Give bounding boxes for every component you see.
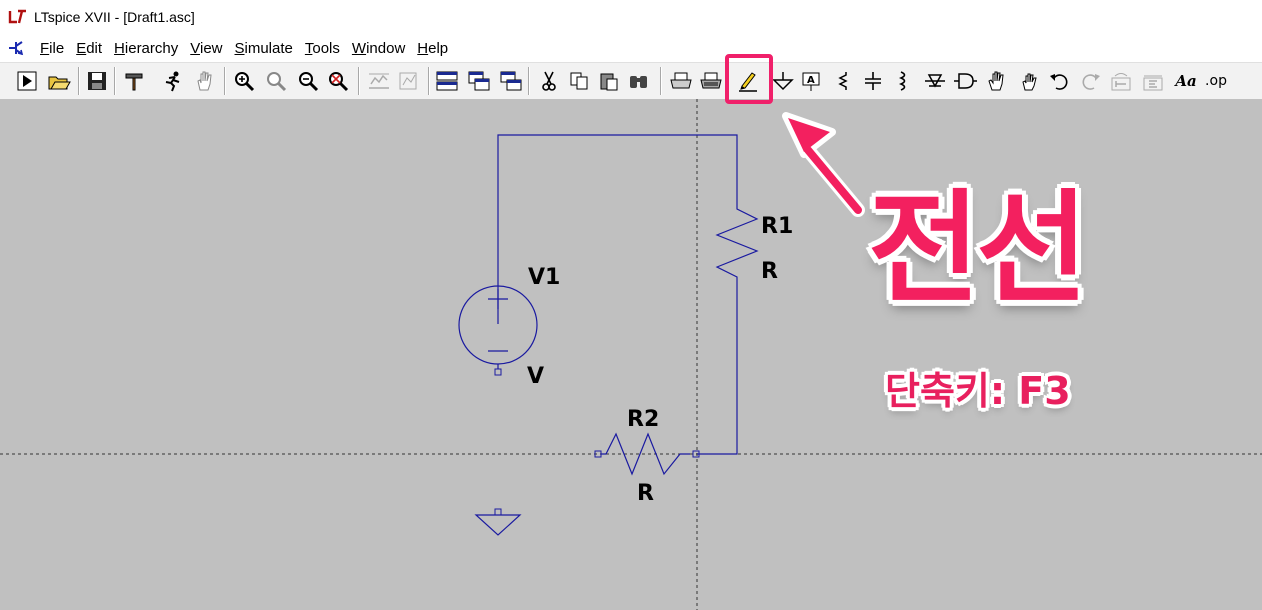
wire-tool-highlight bbox=[725, 54, 773, 104]
menu-help-rest: elp bbox=[428, 39, 449, 57]
menu-simulate-rest: imulate bbox=[244, 39, 293, 57]
cut-scissors-icon[interactable] bbox=[536, 68, 562, 94]
ground-symbol[interactable] bbox=[474, 508, 522, 536]
menu-tools-rest: ools bbox=[312, 39, 340, 57]
cascade-windows-icon[interactable] bbox=[498, 68, 524, 94]
spice-directive-label: .op bbox=[1205, 73, 1227, 89]
resistor-icon[interactable] bbox=[830, 68, 856, 94]
r2-value-label: R bbox=[637, 481, 654, 506]
toolbar-separator bbox=[224, 67, 226, 95]
move-hand-icon[interactable] bbox=[984, 68, 1010, 94]
redo-icon[interactable] bbox=[1078, 68, 1104, 94]
rotate-icon[interactable] bbox=[1108, 68, 1134, 94]
toolbar-separator bbox=[78, 67, 80, 95]
print-preview-icon[interactable] bbox=[698, 68, 724, 94]
autorange-icon[interactable] bbox=[366, 68, 392, 94]
drag-hand-icon[interactable] bbox=[1016, 68, 1042, 94]
capacitor-icon[interactable] bbox=[860, 68, 886, 94]
menu-hierarchy[interactable]: Hierarchy bbox=[114, 40, 178, 57]
schematic-doc-icon[interactable] bbox=[6, 39, 28, 57]
pan-hand-icon[interactable] bbox=[192, 68, 218, 94]
menu-file[interactable]: File bbox=[40, 40, 64, 57]
paste-icon[interactable] bbox=[596, 68, 622, 94]
component-gate-icon[interactable] bbox=[952, 68, 978, 94]
v1-ref-label: V1 bbox=[528, 265, 560, 290]
spice-directive-button[interactable]: .op bbox=[1202, 68, 1230, 94]
toolbar-separator bbox=[660, 67, 662, 95]
menu-tools[interactable]: Tools bbox=[305, 40, 340, 57]
menu-file-rest: ile bbox=[49, 39, 65, 57]
toolbar-separator bbox=[114, 67, 116, 95]
diode-icon[interactable] bbox=[922, 68, 948, 94]
menu-window[interactable]: Window bbox=[352, 40, 405, 57]
toolbar: A Aa .op bbox=[0, 62, 1262, 100]
menu-edit-rest: dit bbox=[86, 39, 103, 57]
voltage-source-v1[interactable]: V1 V bbox=[458, 265, 560, 389]
window-title: LTspice XVII - [Draft1.asc] bbox=[34, 9, 195, 25]
menu-view-rest: iew bbox=[199, 39, 223, 57]
control-panel-hammer-icon[interactable] bbox=[122, 68, 148, 94]
text-font-label: Aa bbox=[1175, 72, 1197, 90]
svg-text:A: A bbox=[807, 75, 815, 86]
zoom-fit-icon[interactable] bbox=[326, 68, 352, 94]
ground-icon[interactable] bbox=[770, 68, 796, 94]
title-bar: LTspice XVII - [Draft1.asc] bbox=[0, 0, 1262, 34]
print-icon[interactable] bbox=[668, 68, 694, 94]
annotation-title: 전선 bbox=[868, 178, 1088, 320]
annotation-arrow-icon bbox=[782, 112, 865, 217]
v1-value-label: V bbox=[527, 364, 544, 389]
mirror-icon[interactable] bbox=[1140, 68, 1166, 94]
menu-help-accel: H bbox=[417, 39, 429, 57]
annotation-shortcut: 단축키: F3 bbox=[885, 369, 1071, 413]
text-font-button[interactable]: Aa bbox=[1172, 68, 1200, 94]
resistor-r2[interactable]: R2 R bbox=[594, 407, 700, 506]
undo-icon[interactable] bbox=[1046, 68, 1072, 94]
zoom-out-icon[interactable] bbox=[296, 68, 322, 94]
run-icon[interactable] bbox=[14, 68, 40, 94]
menu-edit-accel: E bbox=[76, 39, 87, 57]
menu-hierarchy-rest: ierarchy bbox=[124, 39, 179, 57]
open-folder-icon[interactable] bbox=[46, 68, 72, 94]
toolbar-separator bbox=[358, 67, 360, 95]
wire-net[interactable] bbox=[497, 134, 738, 455]
menu-window-rest: indow bbox=[366, 39, 406, 57]
ltspice-logo-icon bbox=[8, 9, 28, 25]
tile-horizontal-icon[interactable] bbox=[434, 68, 460, 94]
toolbar-separator bbox=[528, 67, 530, 95]
menu-window-accel: W bbox=[351, 39, 367, 57]
schematic-canvas[interactable]: R1 R V1 V R2 R bbox=[0, 99, 1262, 610]
find-binoculars-icon[interactable] bbox=[626, 68, 652, 94]
net-label-icon[interactable]: A bbox=[798, 68, 824, 94]
menu-bar: File Edit Hierarchy View Simulate Tools … bbox=[0, 36, 1262, 60]
menu-simulate[interactable]: Simulate bbox=[235, 40, 293, 57]
toolbar-separator bbox=[428, 67, 430, 95]
menu-view-accel: V bbox=[190, 39, 200, 57]
zoom-in-icon[interactable] bbox=[232, 68, 258, 94]
menu-file-accel: F bbox=[40, 39, 50, 57]
menu-help[interactable]: Help bbox=[417, 40, 448, 57]
plot-settings-icon[interactable] bbox=[396, 68, 422, 94]
menu-edit[interactable]: Edit bbox=[76, 40, 102, 57]
schematic-drawing: R1 R V1 V R2 R bbox=[0, 99, 1262, 610]
copy-icon[interactable] bbox=[566, 68, 592, 94]
menu-hierarchy-accel: H bbox=[114, 39, 125, 57]
run-simulation-man-icon[interactable] bbox=[160, 68, 186, 94]
r1-value-label: R bbox=[761, 259, 778, 284]
zoom-pan-icon[interactable] bbox=[264, 68, 290, 94]
menu-view[interactable]: View bbox=[190, 40, 222, 57]
r2-ref-label: R2 bbox=[627, 407, 659, 432]
menu-simulate-accel: S bbox=[234, 39, 245, 57]
tile-vertical-icon[interactable] bbox=[466, 68, 492, 94]
save-icon[interactable] bbox=[84, 68, 110, 94]
inductor-icon[interactable] bbox=[890, 68, 916, 94]
